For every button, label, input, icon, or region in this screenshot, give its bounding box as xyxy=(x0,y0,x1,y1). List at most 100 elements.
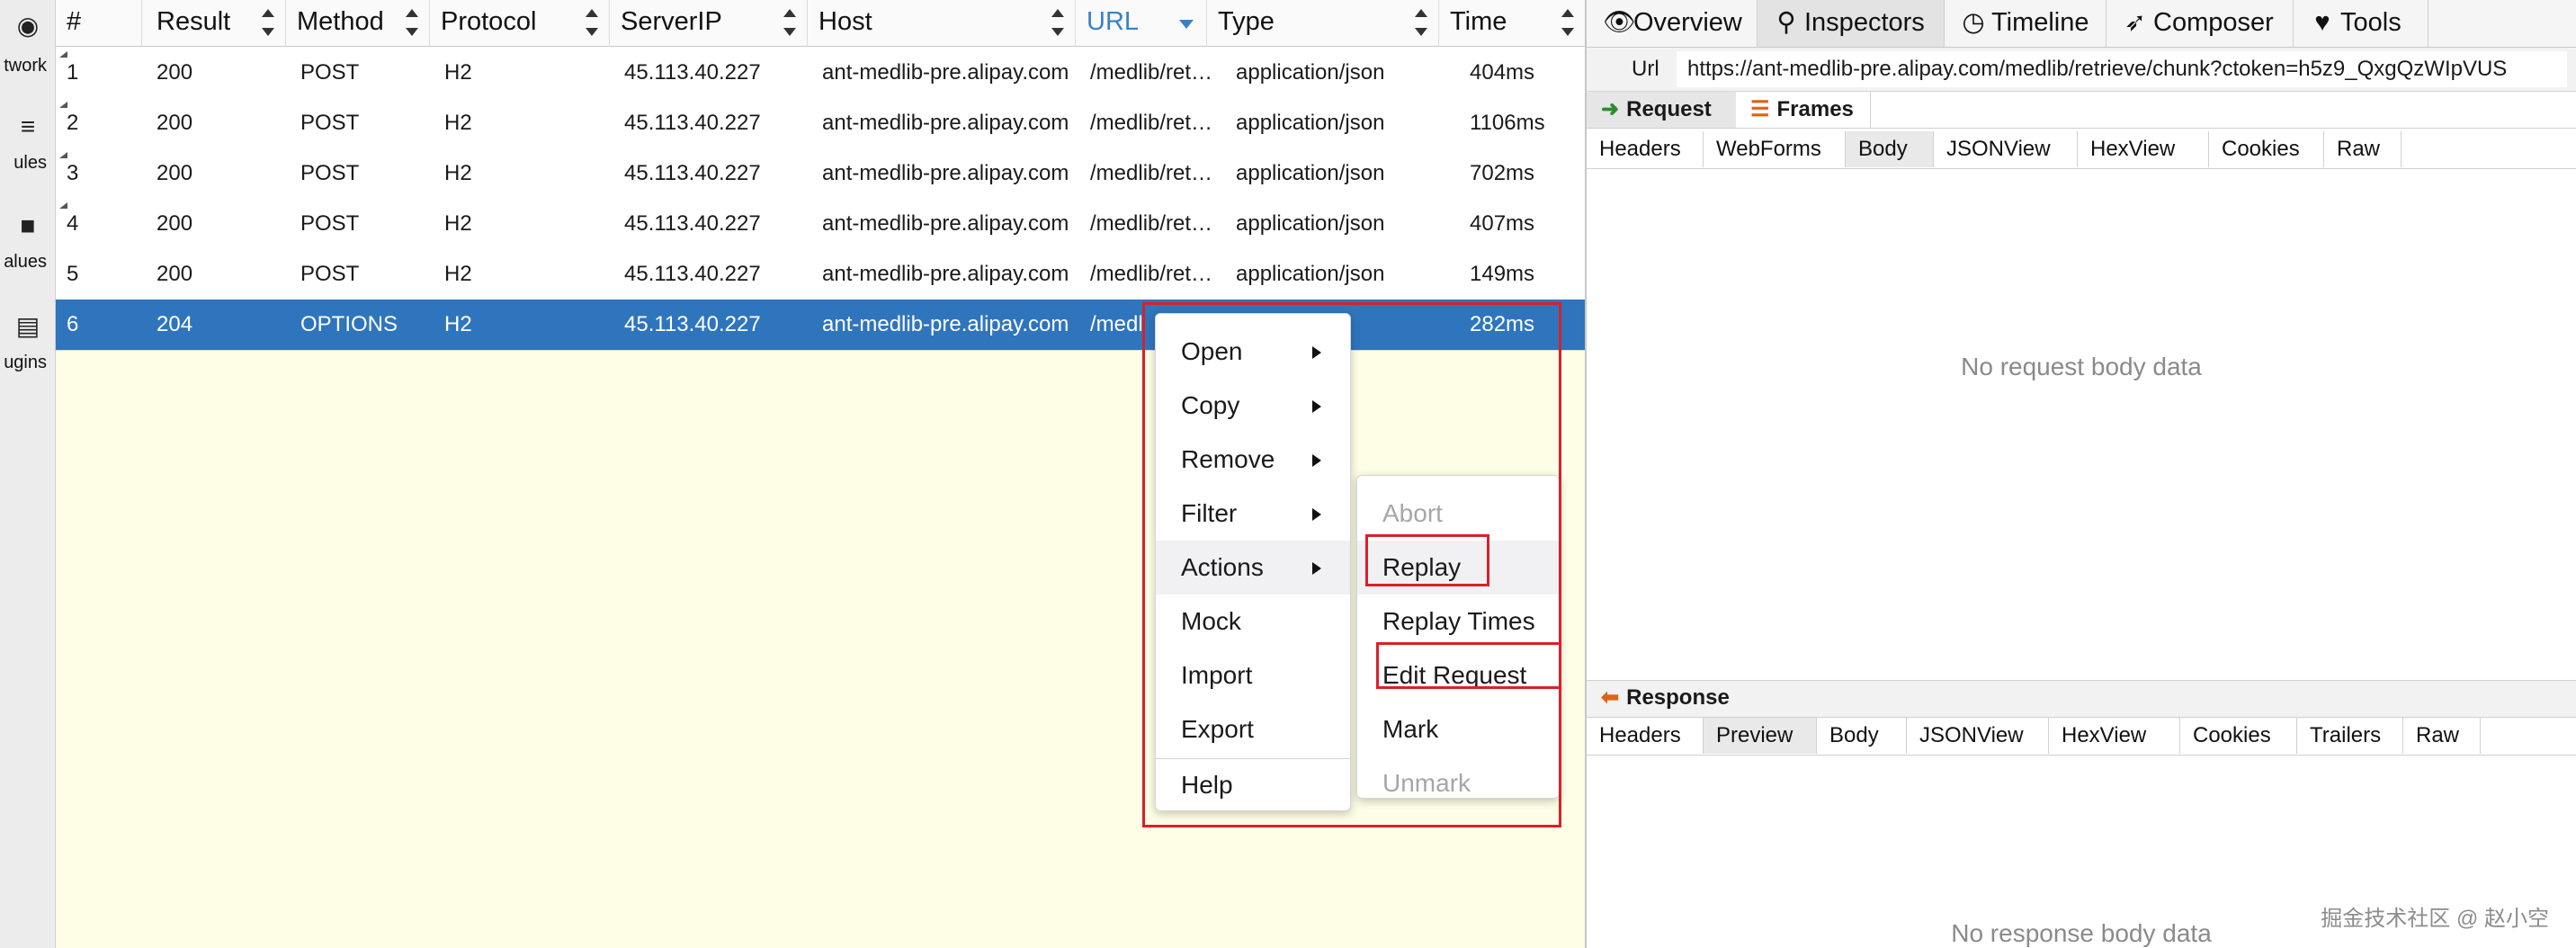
cell-result: 200 xyxy=(157,111,193,135)
cell-time: 282ms xyxy=(1470,312,1535,336)
request-tab-raw[interactable]: Raw xyxy=(2324,131,2402,167)
url-field[interactable]: https://ant-medlib-pre.alipay.com/medlib… xyxy=(1677,51,2567,87)
response-tab-preview[interactable]: Preview xyxy=(1704,718,1817,754)
eye-icon: 👁 xyxy=(1603,8,1636,37)
cell-time: 407ms xyxy=(1470,211,1535,236)
menu-item-help[interactable]: Help xyxy=(1156,758,1350,812)
cell-type: application/json xyxy=(1236,211,1385,236)
cell-result: 200 xyxy=(157,161,193,185)
cell-serverip: 45.113.40.227 xyxy=(624,111,761,135)
column-header-protocol[interactable]: Protocol xyxy=(430,0,610,47)
cell-result: 204 xyxy=(157,312,193,336)
request-tab-webforms[interactable]: WebForms xyxy=(1704,131,1846,167)
table-row[interactable]: 1 200 POST H2 45.113.40.227 ant-medlib-p… xyxy=(56,48,1585,99)
column-header-result[interactable]: Result xyxy=(142,0,286,47)
column-header-type[interactable]: Type xyxy=(1207,0,1439,47)
menu-item-filter[interactable]: Filter xyxy=(1156,487,1350,541)
column-header-num-label: # xyxy=(67,7,82,36)
response-tab-hexview[interactable]: HexView xyxy=(2049,718,2180,754)
tab-request[interactable]: ➜ Request xyxy=(1587,92,1736,128)
menu-item-export[interactable]: Export xyxy=(1156,702,1350,756)
cell-protocol: H2 xyxy=(444,60,472,85)
cell-protocol: H2 xyxy=(444,312,472,336)
tab-frames[interactable]: ☰ Frames xyxy=(1736,92,1871,128)
rail-item-plugins[interactable]: ▤ ugins xyxy=(0,313,56,373)
request-tab-body[interactable]: Body xyxy=(1846,131,1934,167)
column-header-serverip[interactable]: ServerIP xyxy=(610,0,808,47)
submenu-item-mark[interactable]: Mark xyxy=(1357,702,1559,756)
column-header-num[interactable]: # xyxy=(56,0,142,47)
response-tab-raw[interactable]: Raw xyxy=(2403,718,2481,754)
menu-item-actions[interactable]: Actions xyxy=(1156,541,1350,595)
rail-item-values[interactable]: ■ alues xyxy=(0,212,56,273)
tab-composer[interactable]: ➶ Composer xyxy=(2106,0,2294,47)
globe-icon: ◉ xyxy=(16,12,40,40)
tab-tools[interactable]: ♥ Tools xyxy=(2294,0,2428,47)
cell-method: POST xyxy=(300,161,360,185)
table-row[interactable]: 2 200 POST H2 45.113.40.227 ant-medlib-p… xyxy=(56,98,1585,149)
response-tab-cookies[interactable]: Cookies xyxy=(2180,718,2297,754)
submenu-arrow-icon xyxy=(1312,508,1321,521)
tab-inspectors[interactable]: ⚲ Inspectors xyxy=(1758,0,1945,47)
tab-composer-label: Composer xyxy=(2153,8,2274,37)
arrow-left-icon: ⬅ xyxy=(1601,685,1620,710)
response-tab-headers[interactable]: Headers xyxy=(1587,718,1704,754)
response-tab-jsonview[interactable]: JSONView xyxy=(1907,718,2049,754)
menu-item-remove[interactable]: Remove xyxy=(1156,433,1350,487)
cell-host: ant-medlib-pre.alipay.com xyxy=(822,262,1069,286)
cell-host: ant-medlib-pre.alipay.com xyxy=(822,312,1069,336)
submenu-item-replay-times[interactable]: Replay Times xyxy=(1357,595,1559,648)
column-header-method[interactable]: Method xyxy=(286,0,430,47)
table-row[interactable]: 5 200 POST H2 45.113.40.227 ant-medlib-p… xyxy=(56,249,1585,300)
cell-serverip: 45.113.40.227 xyxy=(624,262,761,286)
cell-method: OPTIONS xyxy=(300,312,398,336)
submenu-item-edit-request[interactable]: Edit Request xyxy=(1357,648,1559,702)
sort-arrows-icon xyxy=(782,9,796,36)
inspector-panel: 👁Overview ⚲ Inspectors ◷ Timeline ➶ Compose… xyxy=(1587,0,2576,948)
table-row-selected[interactable]: 6 204 OPTIONS H2 45.113.40.227 ant-medli… xyxy=(56,300,1585,351)
tab-overview[interactable]: 👁Overview xyxy=(1587,0,1758,47)
watermark-text: 掘金技术社区 @ 赵小空 xyxy=(2321,907,2549,931)
column-header-host[interactable]: Host xyxy=(808,0,1076,47)
rail-item-network[interactable]: ◉ twork xyxy=(0,12,56,76)
cell-url: /medlib/ret… xyxy=(1090,111,1213,135)
menu-item-remove-label: Remove xyxy=(1181,445,1275,473)
left-icon-rail: ◉ twork ≡ ules ■ alues ▤ ugins xyxy=(0,0,56,948)
menu-item-copy-label: Copy xyxy=(1181,391,1240,419)
menu-item-import[interactable]: Import xyxy=(1156,648,1350,702)
request-tab-headers[interactable]: Headers xyxy=(1587,131,1704,167)
request-tab-jsonview[interactable]: JSONView xyxy=(1934,131,2078,167)
tab-request-label: Request xyxy=(1626,97,1712,121)
menu-item-actions-label: Actions xyxy=(1181,553,1264,581)
table-row[interactable]: 3 200 POST H2 45.113.40.227 ant-medlib-p… xyxy=(56,148,1585,200)
request-tab-cookies[interactable]: Cookies xyxy=(2209,131,2324,167)
table-row[interactable]: 4 200 POST H2 45.113.40.227 ant-medlib-p… xyxy=(56,199,1585,250)
cell-host: ant-medlib-pre.alipay.com xyxy=(822,111,1069,135)
menu-item-mock[interactable]: Mock xyxy=(1156,595,1350,648)
cell-url: /medlib/ret… xyxy=(1090,161,1213,185)
menu-item-copy[interactable]: Copy xyxy=(1156,379,1350,433)
tab-tools-label: Tools xyxy=(2340,8,2402,37)
tab-response[interactable]: ⬅ Response xyxy=(1587,680,1767,716)
submenu-item-unmark: Unmark xyxy=(1382,769,1471,797)
request-body-empty-message: No request body data xyxy=(1961,353,2202,380)
context-menu: Open Copy Remove Filter Actions Mock Imp… xyxy=(1155,313,1351,811)
tab-frames-label: Frames xyxy=(1776,97,1854,121)
cell-serverip: 45.113.40.227 xyxy=(624,211,761,236)
cell-host: ant-medlib-pre.alipay.com xyxy=(822,60,1069,85)
response-tab-body[interactable]: Body xyxy=(1817,718,1907,754)
rail-item-rules[interactable]: ≡ ules xyxy=(0,113,56,174)
menu-item-open[interactable]: Open xyxy=(1156,325,1350,379)
sort-arrows-icon xyxy=(1413,9,1427,36)
tab-timeline[interactable]: ◷ Timeline xyxy=(1945,0,2106,47)
response-tab-trailers[interactable]: Trailers xyxy=(2297,718,2403,754)
submenu-arrow-icon xyxy=(1312,346,1321,359)
submenu-item-replay[interactable]: Replay xyxy=(1357,541,1559,595)
request-tab-hexview[interactable]: HexView xyxy=(2078,131,2209,167)
column-header-url-label: URL xyxy=(1087,7,1140,36)
column-header-url[interactable]: URL xyxy=(1076,0,1207,47)
rail-label-network: twork xyxy=(4,56,47,76)
session-table-header: # Result Method Protocol ServerIP Host U… xyxy=(56,0,1585,47)
cell-result: 200 xyxy=(157,60,193,85)
column-header-time[interactable]: Time xyxy=(1439,0,1585,47)
